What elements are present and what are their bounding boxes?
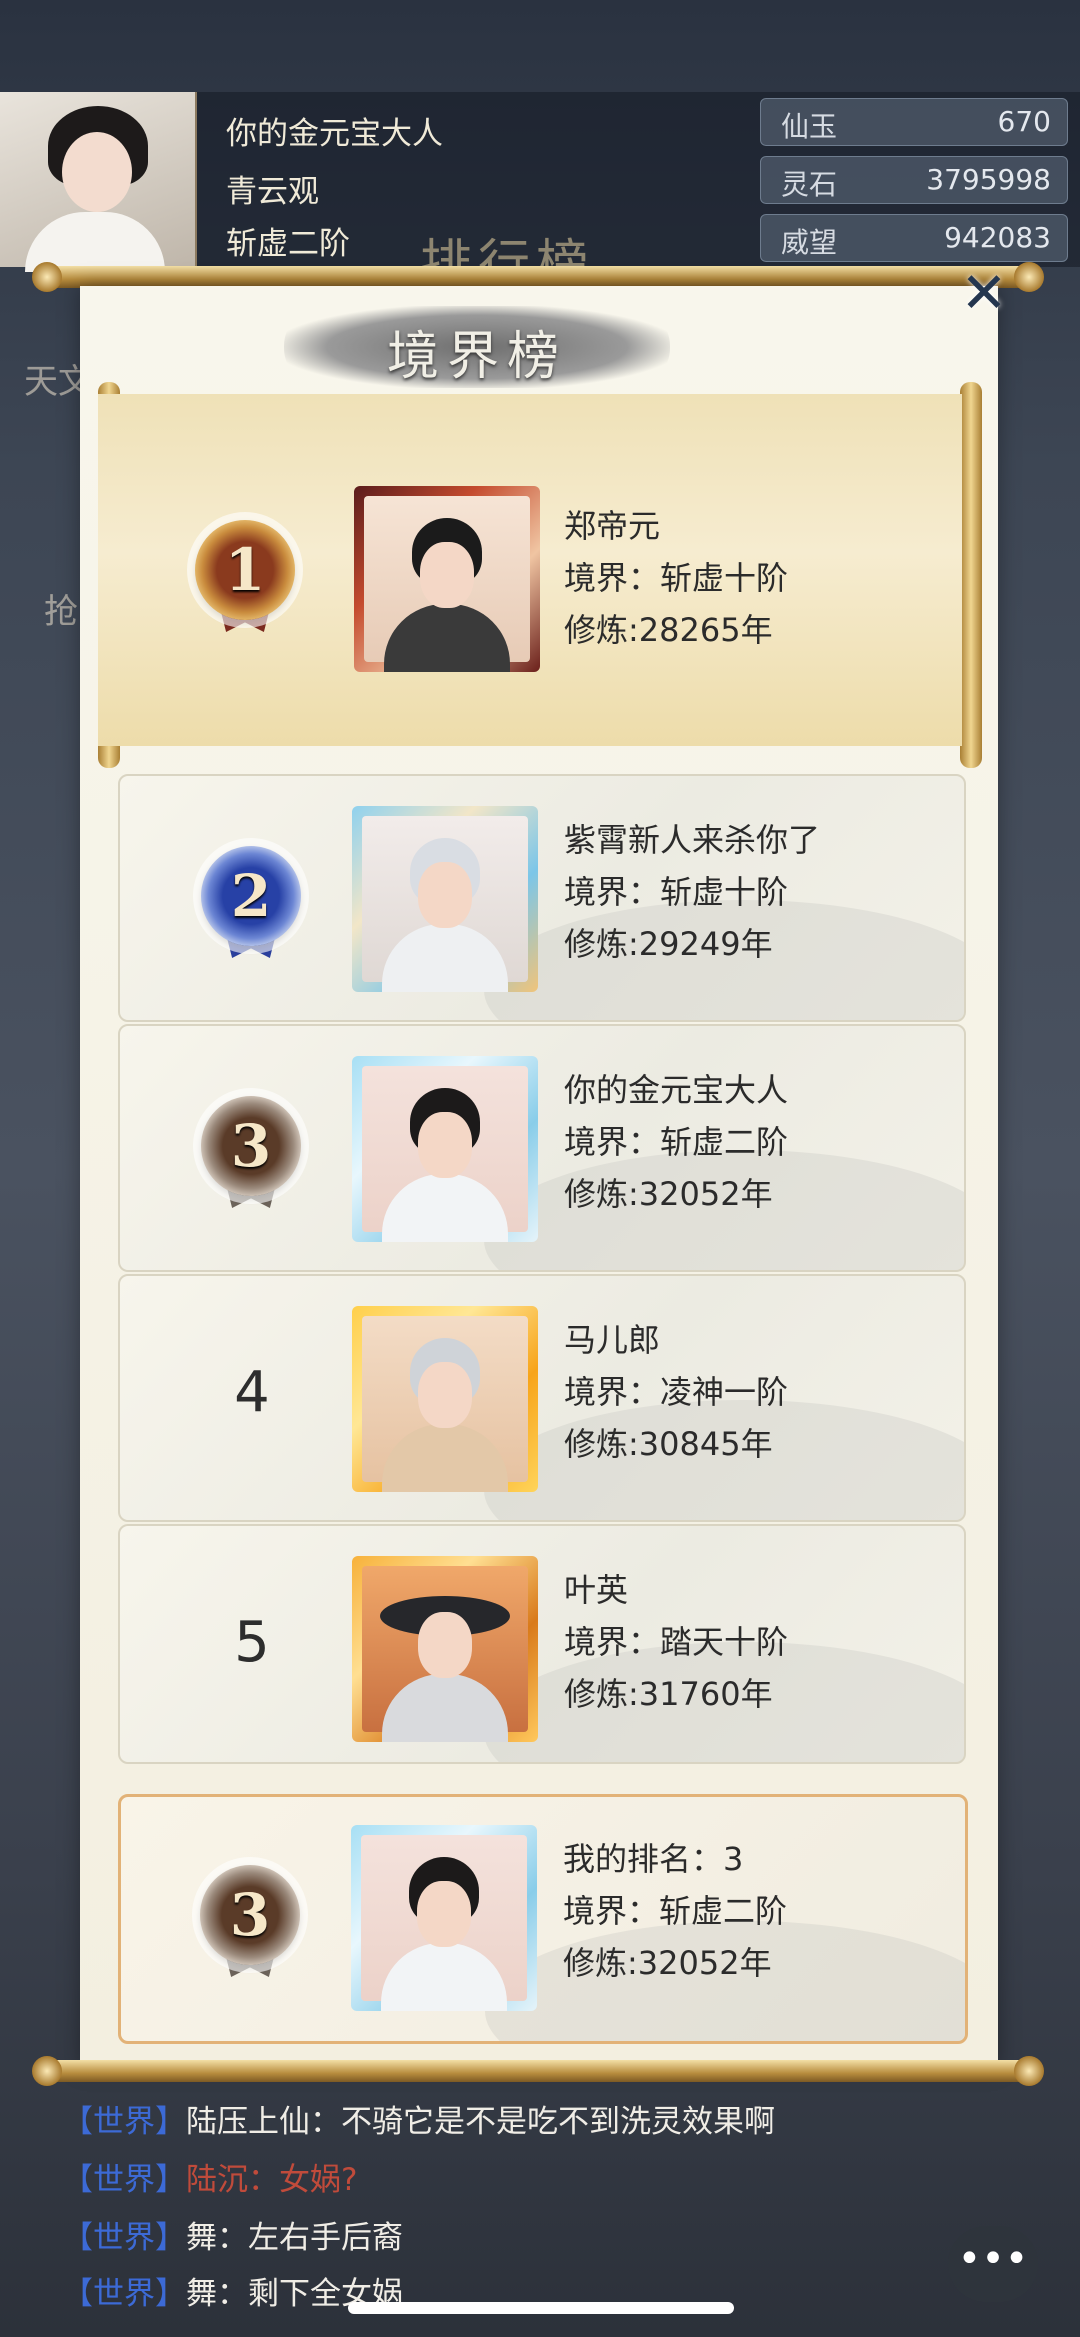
- resource-lingshi: 灵石 3795998: [760, 156, 1068, 204]
- chat-channel: 【世界】: [62, 2276, 186, 2312]
- more-dots-icon[interactable]: •••: [948, 2226, 1038, 2302]
- rank-info: 紫霄新人来杀你了 境界：斩虚十阶 修炼:29249年: [564, 814, 820, 970]
- chat-text: ：女娲?: [248, 2162, 358, 2198]
- rank-row-2[interactable]: 2 紫霄新人来杀你了 境界：斩虚十阶 修炼:29249年: [118, 774, 966, 1022]
- rank-realm: 境界：斩虚二阶: [564, 1123, 789, 1161]
- chat-channel: 【世界】: [62, 2220, 186, 2256]
- rank-medal-silver-icon: 2: [184, 838, 318, 962]
- chat-text: ：不骑它是不是吃不到洗灵效果啊: [310, 2104, 775, 2140]
- chat-message: 【世界】陆压上仙：不骑它是不是吃不到洗灵效果啊: [62, 2096, 775, 2141]
- player-portrait[interactable]: [0, 92, 197, 272]
- chat-sender[interactable]: 舞: [186, 2220, 217, 2256]
- resource-xianyu: 仙玉 670: [760, 98, 1068, 146]
- rank-number: 2: [230, 862, 272, 930]
- rank-medal-bronze-icon: 3: [184, 1088, 318, 1212]
- panel-title: 境界榜: [386, 327, 567, 387]
- chat-channel: 【世界】: [62, 2162, 186, 2198]
- resource-weiwang: 威望 942083: [760, 214, 1068, 262]
- avatar-face: [418, 1362, 472, 1428]
- scroll-pole-right: [960, 382, 982, 768]
- player-avatar[interactable]: [352, 1056, 538, 1242]
- rank-name: 郑帝元: [564, 507, 661, 545]
- chat-channel: 【世界】: [62, 2104, 186, 2140]
- rank-row-3[interactable]: 3 你的金元宝大人 境界：斩虚二阶 修炼:32052年: [118, 1024, 966, 1272]
- chat-sender[interactable]: 陆沉: [186, 2162, 248, 2198]
- rank-realm: 境界：踏天十阶: [564, 1623, 789, 1661]
- home-indicator[interactable]: [348, 2302, 734, 2314]
- rank-realm: 境界：斩虚二阶: [563, 1892, 788, 1930]
- rank-cultivation: 修炼:30845年: [564, 1425, 773, 1463]
- rank-number: 5: [234, 1610, 270, 1675]
- rank-info: 我的排名：3 境界：斩虚二阶 修炼:32052年: [563, 1833, 787, 1989]
- rank-cultivation: 修炼:28265年: [564, 611, 773, 649]
- rank-name: 紫霄新人来杀你了: [564, 821, 821, 859]
- avatar-face: [418, 1612, 472, 1678]
- rank-name: 你的金元宝大人: [564, 1071, 789, 1109]
- chat-message: 【世界】陆沉：女娲?: [62, 2154, 357, 2199]
- rank-number: 4: [234, 1360, 270, 1425]
- player-name: 你的金元宝大人: [226, 116, 443, 152]
- rank-row-5[interactable]: 5 叶英 境界：踏天十阶 修炼:31760年: [118, 1524, 966, 1764]
- player-sect: 青云观: [226, 174, 319, 210]
- rank-number: 3: [229, 1881, 271, 1949]
- avatar-face: [418, 862, 472, 928]
- avatar-face: [417, 1881, 471, 1947]
- rank-realm: 境界：斩虚十阶: [564, 873, 789, 911]
- player-realm: 斩虚二阶: [226, 226, 350, 262]
- rank-realm: 境界：斩虚十阶: [564, 559, 789, 597]
- scroll-rod-top: [32, 262, 1044, 292]
- my-rank-label: 我的排名：3: [563, 1840, 744, 1878]
- rank-info: 马儿郎 境界：凌神一阶 修炼:30845年: [564, 1314, 788, 1470]
- player-avatar[interactable]: [354, 486, 540, 672]
- resource-value: 3795998: [926, 163, 1051, 196]
- chat-sender[interactable]: 陆压上仙: [186, 2104, 310, 2140]
- rank-row-1[interactable]: 1 郑帝元 境界：斩虚十阶 修炼:28265年: [98, 394, 962, 746]
- rank-cultivation: 修炼:29249年: [564, 925, 773, 963]
- my-rank-row[interactable]: 3 我的排名：3 境界：斩虚二阶 修炼:32052年: [118, 1794, 968, 2044]
- rank-number: 3: [230, 1112, 272, 1180]
- chat-message: 【世界】舞：左右手后裔: [62, 2212, 403, 2257]
- rank-info: 叶英 境界：踏天十阶 修炼:31760年: [564, 1564, 788, 1720]
- resource-value: 942083: [944, 221, 1051, 254]
- chat-sender[interactable]: 舞: [186, 2276, 217, 2312]
- scroll-rod-bottom: [32, 2056, 1044, 2086]
- rank-name: 马儿郎: [564, 1321, 661, 1359]
- player-avatar[interactable]: [352, 1306, 538, 1492]
- close-icon[interactable]: ✕: [952, 262, 1016, 326]
- avatar-face: [420, 542, 474, 608]
- rank-number: 1: [224, 536, 266, 604]
- rank-medal-gold-icon: 1: [178, 512, 312, 636]
- side-label: 抢: [44, 592, 78, 632]
- rank-cultivation: 修炼:32052年: [563, 1944, 772, 1982]
- resource-label: 灵石: [781, 168, 838, 201]
- rank-cultivation: 修炼:32052年: [564, 1175, 773, 1213]
- chat-text: ：左右手后裔: [217, 2220, 403, 2256]
- rank-name: 叶英: [564, 1571, 629, 1609]
- rank-info: 你的金元宝大人 境界：斩虚二阶 修炼:32052年: [564, 1064, 788, 1220]
- player-avatar[interactable]: [351, 1825, 537, 2011]
- resource-label: 威望: [781, 226, 838, 259]
- player-avatar[interactable]: [352, 806, 538, 992]
- rank-row-4[interactable]: 4 马儿郎 境界：凌神一阶 修炼:30845年: [118, 1274, 966, 1522]
- player-avatar[interactable]: [352, 1556, 538, 1742]
- rank-cultivation: 修炼:31760年: [564, 1675, 773, 1713]
- resource-value: 670: [997, 105, 1051, 138]
- rank-medal-bronze-icon: 3: [183, 1857, 317, 1981]
- rank-realm: 境界：凌神一阶: [564, 1373, 789, 1411]
- rank-info: 郑帝元 境界：斩虚十阶 修炼:28265年: [564, 500, 788, 656]
- portrait-face: [62, 132, 132, 212]
- resource-label: 仙玉: [781, 110, 838, 143]
- avatar-face: [418, 1112, 472, 1178]
